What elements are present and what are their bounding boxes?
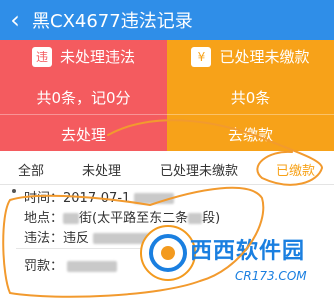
- watermark-brand: 西西软件园: [190, 239, 306, 264]
- yen-badge-icon: ¥: [191, 46, 212, 67]
- fine-row: 罚款：: [24, 255, 118, 274]
- card-divider: [167, 114, 334, 115]
- redacted-text: [188, 213, 203, 224]
- bullet-icon: [12, 189, 16, 193]
- redacted-text: [67, 261, 118, 272]
- card-stat: 共0条，记0分: [36, 89, 131, 107]
- redacted-text: [63, 213, 80, 224]
- violation-badge-icon: 违: [31, 46, 52, 67]
- summary-cards: 违 未处理违法 共0条，记0分 去处理 ¥ 已处理未缴款 共0条 去缴款: [0, 40, 334, 151]
- card-label: 已处理未缴款: [219, 48, 310, 66]
- title-bar: ‹ 黑CX4677违法记录: [0, 0, 334, 40]
- fine-label: 罚款：: [24, 259, 64, 274]
- watermark: 西西软件园 CR173.COM: [140, 225, 334, 295]
- violation-label: 违法：: [24, 231, 64, 246]
- card-stat: 共0条: [230, 89, 271, 107]
- time-label: 时间：: [24, 191, 64, 206]
- card-label: 未处理违法: [59, 48, 135, 66]
- watermark-url: CR173.COM: [235, 269, 307, 283]
- back-arrow-icon[interactable]: ‹: [0, 0, 30, 40]
- tab-paid[interactable]: 已缴款: [276, 160, 315, 179]
- tab-all[interactable]: 全部: [18, 160, 44, 179]
- violation-value: 违反: [63, 231, 90, 246]
- process-button[interactable]: 去处理: [0, 124, 167, 145]
- tab-unprocessed[interactable]: 未处理: [82, 160, 121, 179]
- brand-logo-icon: [140, 225, 196, 281]
- pay-button[interactable]: 去缴款: [167, 124, 334, 145]
- redacted-text: [134, 193, 175, 204]
- location-suffix: 段): [202, 211, 221, 226]
- page-title: 黑CX4677违法记录: [32, 11, 193, 32]
- unprocessed-violations-card[interactable]: 违 未处理违法 共0条，记0分 去处理: [0, 40, 167, 151]
- unpaid-card[interactable]: ¥ 已处理未缴款 共0条 去缴款: [167, 40, 334, 151]
- filter-tabs: 全部 未处理 已处理未缴款 已缴款: [0, 151, 334, 185]
- time-value: 2017-07-1: [63, 191, 131, 206]
- location-value: 街(太平路至东二条: [79, 211, 189, 226]
- location-row: 地点： 街(太平路至东二条 段): [24, 207, 220, 226]
- location-label: 地点：: [24, 211, 64, 226]
- tab-processed-unpaid[interactable]: 已处理未缴款: [160, 160, 238, 179]
- card-divider: [0, 114, 167, 115]
- time-row: 时间：2017-07-1: [24, 187, 175, 206]
